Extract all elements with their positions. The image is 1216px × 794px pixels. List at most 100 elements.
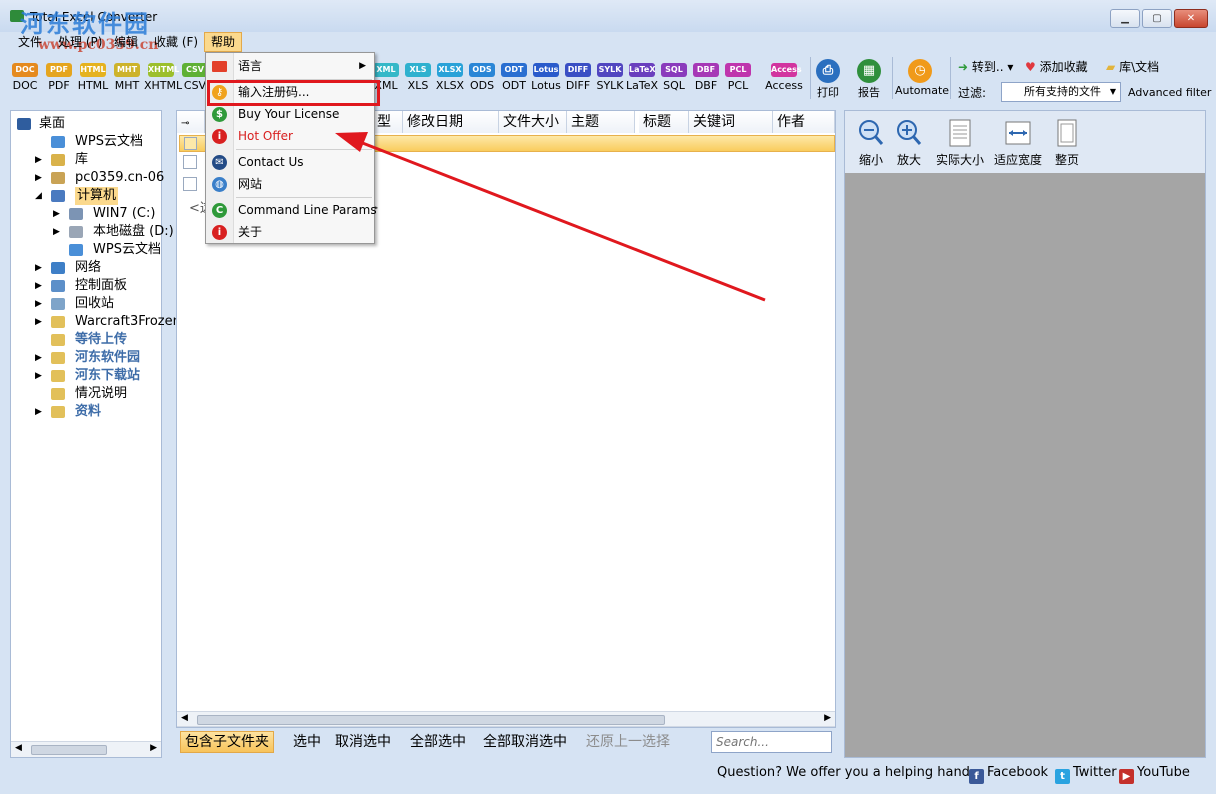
scroll-left-icon[interactable]: ◀ <box>181 713 188 723</box>
column-header[interactable]: 型 <box>373 111 403 133</box>
format-pdf-button[interactable]: PDF PDF <box>42 57 76 92</box>
column-header[interactable]: 修改日期 <box>403 111 499 133</box>
tree-expand-icon[interactable]: ▶ <box>35 169 42 187</box>
menu-edit[interactable]: 编辑 <box>108 32 144 52</box>
menu-item-hot-offer[interactable]: i Hot Offer ▶ <box>206 125 374 147</box>
row-checkbox[interactable] <box>184 137 197 150</box>
report-button[interactable]: ▦ 报告 <box>851 57 887 100</box>
select-button[interactable]: 选中 <box>289 731 325 753</box>
zoom-out-button[interactable]: 缩小 <box>853 119 889 168</box>
menu-favorites[interactable]: 收藏 (F) <box>148 32 204 52</box>
tree-expand-icon[interactable]: ▶ <box>35 295 42 313</box>
add-favorite-button[interactable]: ♥ 添加收藏 <box>1025 58 1088 75</box>
minimize-button[interactable]: ▁ <box>1110 9 1140 28</box>
scroll-right-icon[interactable]: ▶ <box>824 713 831 723</box>
search-input[interactable] <box>711 731 832 753</box>
pin-column-header[interactable]: ⊸ <box>177 111 205 133</box>
menu-item-command-line-params[interactable]: C Command Line Params <box>206 199 377 221</box>
column-header[interactable]: 标题 <box>639 111 689 133</box>
automate-button[interactable]: ◷ Automate <box>895 57 949 97</box>
tree-item[interactable]: WPS云文档 <box>11 133 161 151</box>
menu-help[interactable]: 帮助 <box>204 32 243 52</box>
tree-item[interactable]: ▶ pc0359.cn-06 <box>11 169 164 187</box>
tree-item[interactable]: ▶ 资料 <box>11 403 161 421</box>
youtube-link[interactable]: ▶ YouTube <box>1119 765 1190 784</box>
close-button[interactable]: ✕ <box>1174 9 1208 28</box>
filter-select[interactable]: 所有支持的文件 ▼ <box>1001 82 1121 102</box>
maximize-button[interactable]: ▢ <box>1142 9 1172 28</box>
tree-expand-icon[interactable]: ▶ <box>35 151 42 169</box>
format-html-button[interactable]: HTML HTML <box>76 57 110 92</box>
format-diff-button[interactable]: DIFF DIFF <box>562 57 594 92</box>
tree-expand-icon[interactable]: ▶ <box>35 403 42 421</box>
menu-item-website[interactable]: ◍ 网站 <box>206 173 374 195</box>
tree-expand-icon[interactable]: ▶ <box>35 349 42 367</box>
tree-item[interactable]: ▶ 回收站 <box>11 295 161 313</box>
scroll-left-icon[interactable]: ◀ <box>15 743 22 753</box>
tree-item[interactable]: ▶ WIN7 (C:) <box>11 205 161 223</box>
column-header[interactable]: 文件大小 <box>499 111 567 133</box>
tree-item[interactable]: ▶ 本地磁盘 (D:) <box>11 223 174 241</box>
tree-expanded-icon[interactable]: ◢ <box>35 187 42 205</box>
format-lotus-button[interactable]: Lotus Lotus <box>530 57 562 92</box>
tree-item[interactable]: ▶ 河东软件园 <box>11 349 161 367</box>
deselect-button[interactable]: 取消选中 <box>331 731 395 753</box>
restore-selection-button[interactable]: 还原上一选择 <box>582 731 674 753</box>
whole-page-button[interactable]: 整页 <box>1049 119 1085 168</box>
row-checkbox[interactable] <box>183 177 197 191</box>
scrollbar-thumb[interactable] <box>31 745 107 755</box>
tree-item[interactable]: ▶ 库 <box>11 151 161 169</box>
tree-expand-icon[interactable]: ▶ <box>35 367 42 385</box>
tree-item[interactable]: ▶ Warcraft3FrozenT <box>11 313 189 331</box>
column-header[interactable]: 主题 <box>567 111 635 133</box>
tree-item[interactable]: 情况说明 <box>11 385 161 403</box>
scroll-right-icon[interactable]: ▶ <box>150 743 157 753</box>
format-latex-button[interactable]: LaTeX LaTeX <box>626 57 658 92</box>
tree-item[interactable]: 桌面 <box>11 115 161 133</box>
tree-item[interactable]: ▶ 网络 <box>11 259 161 277</box>
format-dbf-button[interactable]: DBF DBF <box>690 57 722 92</box>
format-xlsx-button[interactable]: XLSX XLSX <box>434 57 466 92</box>
facebook-link[interactable]: f Facebook <box>969 765 1048 784</box>
column-header[interactable]: 作者 <box>773 111 835 133</box>
tree-expand-icon[interactable]: ▶ <box>35 259 42 277</box>
format-doc-button[interactable]: DOC DOC <box>8 57 42 92</box>
file-list-horizontal-scrollbar[interactable]: ◀ ▶ <box>177 711 835 727</box>
format-sql-button[interactable]: SQL SQL <box>658 57 690 92</box>
include-subfolders-toggle[interactable]: 包含子文件夹 <box>180 731 274 753</box>
format-mht-button[interactable]: MHT MHT <box>110 57 144 92</box>
menu-item-language[interactable]: 语言 ▶ <box>206 55 374 77</box>
goto-button[interactable]: ➜ 转到.. ▾ <box>958 58 1013 75</box>
tree-item[interactable]: ◢ 计算机 <box>11 187 161 205</box>
menu-item-buy-license[interactable]: $ Buy Your License <box>206 103 374 125</box>
menu-item-about[interactable]: i 关于 <box>206 221 374 243</box>
fit-width-button[interactable]: 适应宽度 <box>993 119 1043 168</box>
tree-expand-icon[interactable]: ▶ <box>53 223 60 241</box>
format-pcl-button[interactable]: PCL PCL <box>722 57 754 92</box>
tree-horizontal-scrollbar[interactable]: ◀ ▶ <box>11 741 161 757</box>
scrollbar-thumb[interactable] <box>197 715 665 725</box>
advanced-filter-link[interactable]: Advanced filter <box>1128 86 1211 99</box>
select-all-button[interactable]: 全部选中 <box>406 731 470 753</box>
format-xhtml-button[interactable]: XHTML XHTML <box>144 57 182 92</box>
deselect-all-button[interactable]: 全部取消选中 <box>479 731 571 753</box>
print-button[interactable]: ⎙ 打印 <box>810 57 846 100</box>
zoom-in-button[interactable]: 放大 <box>891 119 927 168</box>
tree-item[interactable]: WPS云文档 <box>11 241 161 259</box>
format-access-button[interactable]: Access Access <box>763 57 805 92</box>
twitter-link[interactable]: t Twitter <box>1055 765 1117 784</box>
format-sylk-button[interactable]: SYLK SYLK <box>594 57 626 92</box>
tree-item[interactable]: ▶ 控制面板 <box>11 277 161 295</box>
tree-expand-icon[interactable]: ▶ <box>35 313 42 331</box>
format-odt-button[interactable]: ODT ODT <box>498 57 530 92</box>
tree-item[interactable]: 等待上传 <box>11 331 161 349</box>
row-checkbox[interactable] <box>183 155 197 169</box>
format-ods-button[interactable]: ODS ODS <box>466 57 498 92</box>
menu-file[interactable]: 文件 <box>12 32 48 52</box>
column-header[interactable]: 关键词 <box>689 111 773 133</box>
library-docs-button[interactable]: ▰ 库\文档 <box>1106 58 1159 75</box>
menu-item-contact-us[interactable]: ✉ Contact Us <box>206 151 374 173</box>
tree-item[interactable]: ▶ 河东下载站 <box>11 367 161 385</box>
tree-expand-icon[interactable]: ▶ <box>53 205 60 223</box>
menu-process[interactable]: 处理 (P) <box>52 32 108 52</box>
